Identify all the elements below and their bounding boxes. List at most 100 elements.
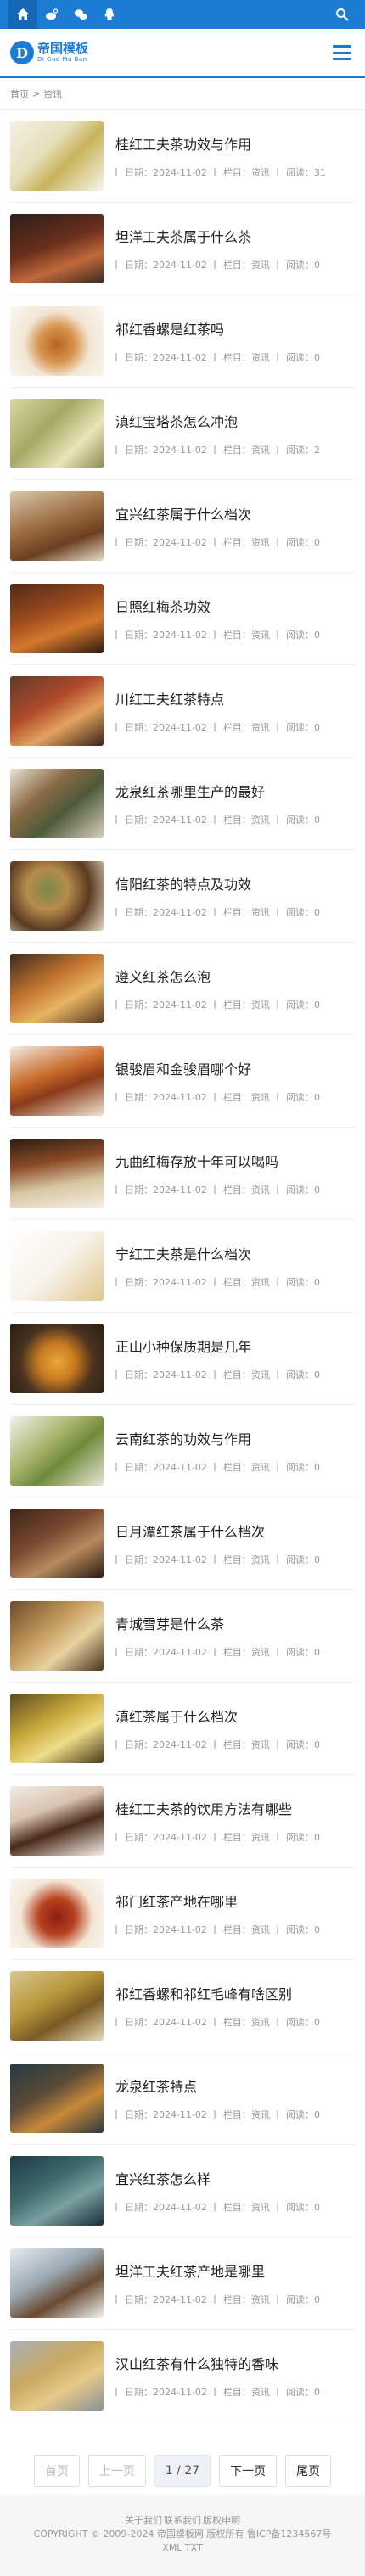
article-thumbnail[interactable] [10, 1694, 104, 1763]
article-thumbnail[interactable] [10, 2156, 104, 2226]
list-item[interactable]: 宜兴红茶属于什么档次 日期： 2024-11-02 栏目： 资讯 阅读： 0 [10, 480, 355, 573]
article-thumbnail[interactable] [10, 1324, 104, 1393]
list-item[interactable]: 宁红工夫茶是什么档次 日期： 2024-11-02 栏目： 资讯 阅读： 0 [10, 1220, 355, 1313]
list-item[interactable]: 日照红梅茶功效 日期： 2024-11-02 栏目： 资讯 阅读： 0 [10, 573, 355, 665]
article-title[interactable]: 宁红工夫茶是什么档次 [115, 1243, 355, 1263]
article-column-value[interactable]: 资讯 [251, 2293, 270, 2306]
article-thumbnail[interactable] [10, 214, 104, 283]
article-column-value[interactable]: 资讯 [251, 1090, 270, 1104]
article-thumbnail[interactable] [10, 1509, 104, 1578]
list-item[interactable]: 祁红香螺是红茶吗 日期： 2024-11-02 栏目： 资讯 阅读： 0 [10, 295, 355, 388]
article-title[interactable]: 滇红宝塔茶怎么冲泡 [115, 411, 355, 431]
article-title[interactable]: 祁红香螺是红茶吗 [115, 318, 355, 339]
article-thumbnail[interactable] [10, 491, 104, 561]
next-page-button[interactable]: 下一页 [219, 2455, 278, 2487]
article-thumbnail[interactable] [10, 676, 104, 746]
list-item[interactable]: 宜兴红茶怎么样 日期： 2024-11-02 栏目： 资讯 阅读： 0 [10, 2145, 355, 2237]
article-thumbnail[interactable] [10, 1416, 104, 1486]
article-thumbnail[interactable] [10, 584, 104, 653]
article-thumbnail[interactable] [10, 1971, 104, 2041]
article-thumbnail[interactable] [10, 1231, 104, 1301]
article-thumbnail[interactable] [10, 306, 104, 376]
list-item[interactable]: 日月潭红茶属于什么档次 日期： 2024-11-02 栏目： 资讯 阅读： 0 [10, 1498, 355, 1590]
footer-link-contact[interactable]: 联系我们 [164, 2515, 201, 2526]
article-thumbnail[interactable] [10, 954, 104, 1023]
article-column-value[interactable]: 资讯 [251, 1183, 270, 1196]
list-item[interactable]: 信阳红茶的特点及功效 日期： 2024-11-02 栏目： 资讯 阅读： 0 [10, 850, 355, 943]
article-title[interactable]: 日照红梅茶功效 [115, 596, 355, 616]
article-title[interactable]: 正山小种保质期是几年 [115, 1336, 355, 1356]
article-title[interactable]: 滇红茶属于什么档次 [115, 1705, 355, 1726]
article-thumbnail[interactable] [10, 1139, 104, 1208]
list-item[interactable]: 龙泉红茶哪里生产的最好 日期： 2024-11-02 栏目： 资讯 阅读： 0 [10, 758, 355, 850]
article-thumbnail[interactable] [10, 769, 104, 838]
article-thumbnail[interactable] [10, 2064, 104, 2133]
article-thumbnail[interactable] [10, 1786, 104, 1856]
article-column-value[interactable]: 资讯 [251, 2385, 270, 2399]
article-column-value[interactable]: 资讯 [251, 905, 270, 919]
list-item[interactable]: 坦洋工夫茶属于什么茶 日期： 2024-11-02 栏目： 资讯 阅读： 0 [10, 203, 355, 295]
article-title[interactable]: 桂红工夫茶的饮用方法有哪些 [115, 1798, 355, 1818]
article-title[interactable]: 桂红工夫茶功效与作用 [115, 133, 355, 154]
footer-link-about[interactable]: 关于我们 [125, 2515, 162, 2526]
article-column-value[interactable]: 资讯 [251, 1830, 270, 1844]
prev-page-button[interactable]: 上一页 [87, 2455, 146, 2487]
list-item[interactable]: 龙泉红茶特点 日期： 2024-11-02 栏目： 资讯 阅读： 0 [10, 2052, 355, 2145]
article-thumbnail[interactable] [10, 2248, 104, 2318]
article-column-value[interactable]: 资讯 [251, 1368, 270, 1381]
list-item[interactable]: 正山小种保质期是几年 日期： 2024-11-02 栏目： 资讯 阅读： 0 [10, 1313, 355, 1405]
article-column-value[interactable]: 资讯 [251, 535, 270, 549]
article-column-value[interactable]: 资讯 [251, 1738, 270, 1751]
list-item[interactable]: 遵义红茶怎么泡 日期： 2024-11-02 栏目： 资讯 阅读： 0 [10, 943, 355, 1035]
article-thumbnail[interactable] [10, 2341, 104, 2411]
article-column-value[interactable]: 资讯 [251, 1923, 270, 1936]
article-thumbnail[interactable] [10, 399, 104, 468]
article-column-value[interactable]: 资讯 [251, 443, 270, 456]
list-item[interactable]: 滇红茶属于什么档次 日期： 2024-11-02 栏目： 资讯 阅读： 0 [10, 1683, 355, 1775]
article-thumbnail[interactable] [10, 1879, 104, 1948]
article-title[interactable]: 龙泉红茶特点 [115, 2075, 355, 2096]
article-title[interactable]: 祁门红茶产地在哪里 [115, 1890, 355, 1911]
list-item[interactable]: 桂红工夫茶的饮用方法有哪些 日期： 2024-11-02 栏目： 资讯 阅读： 0 [10, 1775, 355, 1868]
article-title[interactable]: 川红工夫红茶特点 [115, 688, 355, 708]
list-item[interactable]: 祁红香螺和祁红毛峰有啥区别 日期： 2024-11-02 栏目： 资讯 阅读： 0 [10, 1960, 355, 2052]
article-column-value[interactable]: 资讯 [251, 720, 270, 734]
article-column-value[interactable]: 资讯 [251, 165, 270, 179]
article-column-value[interactable]: 资讯 [251, 628, 270, 641]
article-title[interactable]: 宜兴红茶怎么样 [115, 2168, 355, 2188]
article-thumbnail[interactable] [10, 861, 104, 931]
list-item[interactable]: 川红工夫红茶特点 日期： 2024-11-02 栏目： 资讯 阅读： 0 [10, 665, 355, 758]
article-thumbnail[interactable] [10, 1601, 104, 1671]
article-column-value[interactable]: 资讯 [251, 1553, 270, 1566]
article-title[interactable]: 龙泉红茶哪里生产的最好 [115, 781, 355, 801]
list-item[interactable]: 九曲红梅存放十年可以喝吗 日期： 2024-11-02 栏目： 资讯 阅读： 0 [10, 1128, 355, 1220]
article-column-value[interactable]: 资讯 [251, 1275, 270, 1289]
wechat-icon[interactable] [66, 0, 95, 29]
article-title[interactable]: 坦洋工夫茶属于什么茶 [115, 226, 355, 246]
article-column-value[interactable]: 资讯 [251, 1645, 270, 1659]
article-thumbnail[interactable] [10, 121, 104, 191]
weibo-icon[interactable] [37, 0, 66, 29]
article-column-value[interactable]: 资讯 [251, 2200, 270, 2214]
site-logo[interactable]: D 帝国模板 Di Guo Mu Ban [10, 41, 88, 64]
article-thumbnail[interactable] [10, 1046, 104, 1116]
list-item[interactable]: 坦洋工夫红茶产地是哪里 日期： 2024-11-02 栏目： 资讯 阅读： 0 [10, 2237, 355, 2330]
article-title[interactable]: 汉山红茶有什么独特的香味 [115, 2353, 355, 2373]
article-title[interactable]: 青城雪芽是什么茶 [115, 1613, 355, 1633]
article-title[interactable]: 云南红茶的功效与作用 [115, 1428, 355, 1448]
article-column-value[interactable]: 资讯 [251, 2108, 270, 2121]
article-title[interactable]: 宜兴红茶属于什么档次 [115, 503, 355, 524]
list-item[interactable]: 桂红工夫茶功效与作用 日期： 2024-11-02 栏目： 资讯 阅读： 31 [10, 110, 355, 203]
article-column-value[interactable]: 资讯 [251, 350, 270, 364]
article-title[interactable]: 信阳红茶的特点及功效 [115, 873, 355, 893]
article-column-value[interactable]: 资讯 [251, 813, 270, 826]
list-item[interactable]: 滇红宝塔茶怎么冲泡 日期： 2024-11-02 栏目： 资讯 阅读： 2 [10, 388, 355, 480]
qq-icon[interactable] [95, 0, 124, 29]
article-title[interactable]: 祁红香螺和祁红毛峰有啥区别 [115, 1983, 355, 2003]
list-item[interactable]: 汉山红茶有什么独特的香味 日期： 2024-11-02 栏目： 资讯 阅读： 0 [10, 2330, 355, 2422]
footer-extra-links[interactable]: XML TXT [0, 2541, 365, 2555]
article-column-value[interactable]: 资讯 [251, 998, 270, 1011]
article-column-value[interactable]: 资讯 [251, 1460, 270, 1474]
article-title[interactable]: 日月潭红茶属于什么档次 [115, 1520, 355, 1541]
article-column-value[interactable]: 资讯 [251, 258, 270, 272]
